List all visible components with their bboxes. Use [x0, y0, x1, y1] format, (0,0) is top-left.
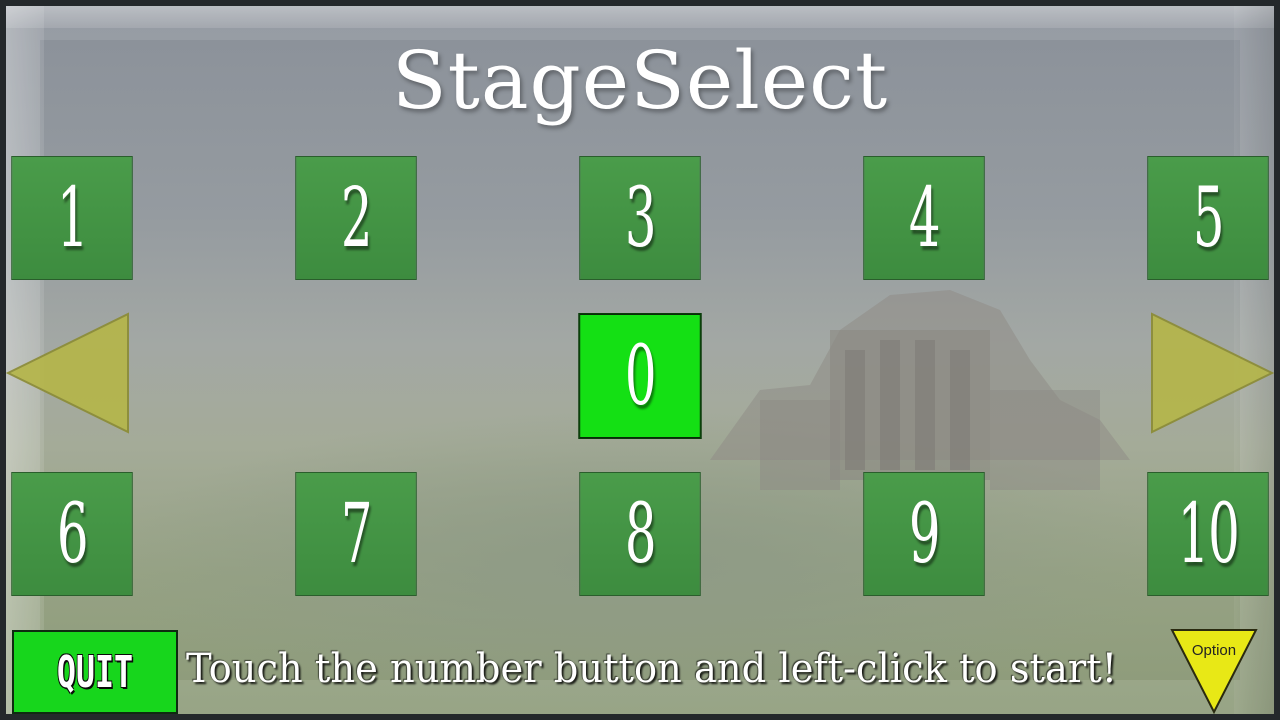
triangle-left-icon[interactable] — [6, 312, 130, 436]
stage-number: 4 — [908, 170, 941, 266]
stage-number: 1 — [56, 170, 89, 266]
stage-number: 5 — [1192, 170, 1225, 266]
page-title: StageSelect — [391, 34, 889, 127]
stage-number: 0 — [624, 328, 657, 424]
option-button[interactable] — [1170, 628, 1258, 714]
triangle-right-icon[interactable] — [1150, 312, 1274, 436]
stage-number: 9 — [908, 486, 941, 582]
quit-label: QUIT — [56, 646, 134, 698]
stage-button-2[interactable]: 2 — [295, 156, 417, 280]
stage-number: 7 — [340, 486, 373, 582]
instruction-label: Touch the number button and left-click t… — [186, 646, 1118, 692]
stage-button-5[interactable]: 5 — [1147, 156, 1269, 280]
stage-button-4[interactable]: 4 — [863, 156, 985, 280]
frame-top-bevel — [6, 6, 1274, 28]
stage-number: 8 — [624, 486, 657, 582]
stage-number: 3 — [624, 170, 657, 266]
stage-number: 6 — [56, 486, 89, 582]
current-stage-button[interactable]: 0 — [579, 314, 701, 438]
stage-number: 2 — [340, 170, 373, 266]
stage-button-9[interactable]: 9 — [863, 472, 985, 596]
stage-number: 10 — [1177, 486, 1240, 582]
instruction-text: Touch the number button and left-click t… — [186, 646, 1146, 692]
stage-button-1[interactable]: 1 — [11, 156, 133, 280]
option-label: Option — [1191, 642, 1237, 659]
stage-button-8[interactable]: 8 — [579, 472, 701, 596]
ruins-illustration — [710, 290, 1130, 490]
stage-button-6[interactable]: 6 — [11, 472, 133, 596]
stage-button-10[interactable]: 10 — [1147, 472, 1269, 596]
stage-button-7[interactable]: 7 — [295, 472, 417, 596]
stage-button-3[interactable]: 3 — [579, 156, 701, 280]
quit-button[interactable]: QUIT — [12, 630, 178, 714]
